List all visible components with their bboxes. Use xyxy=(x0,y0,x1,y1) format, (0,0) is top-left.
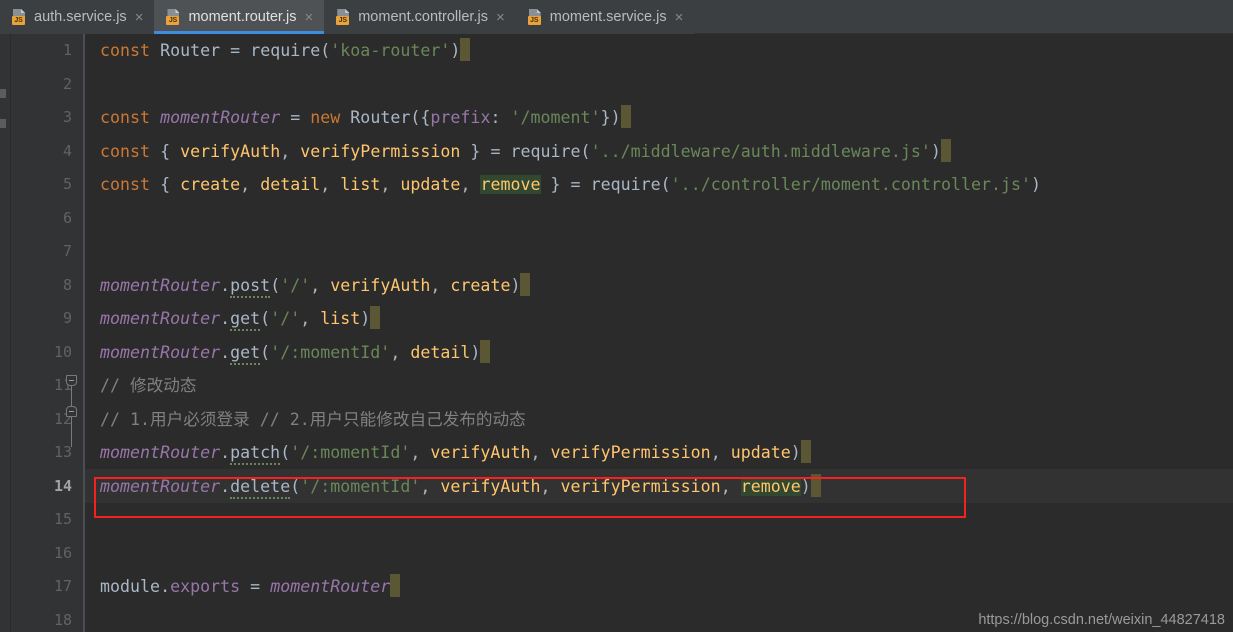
code-line-12[interactable]: // 1.用户必须登录 // 2.用户只能修改自己发布的动态 xyxy=(84,403,526,437)
tab-moment-router-js[interactable]: JS moment.router.js × xyxy=(154,0,325,34)
code-line-17[interactable]: module.exports = momentRouter xyxy=(84,570,401,604)
line-number-18: 18 xyxy=(53,610,72,629)
tab-moment-controller-js[interactable]: JS moment.controller.js × xyxy=(324,0,516,34)
code-line-16[interactable] xyxy=(84,537,100,571)
comment-text: // 修改动态 xyxy=(100,376,197,395)
line-number-13: 13 xyxy=(53,443,72,461)
line-number-9: 9 xyxy=(62,309,72,327)
code-content[interactable]: const Router = require('koa-router') con… xyxy=(84,34,1233,632)
code-fold-line xyxy=(71,417,72,447)
line-number-7: 7 xyxy=(62,242,72,260)
line-number-16: 16 xyxy=(53,543,72,562)
line-number-4: 4 xyxy=(62,141,72,160)
code-line-9[interactable]: momentRouter.get('/', list) xyxy=(84,302,381,336)
code-line-4[interactable]: const { verifyAuth, verifyPermission } =… xyxy=(84,135,951,169)
line-number-8: 8 xyxy=(62,275,72,294)
tab-auth-service-js[interactable]: JS auth.service.js × xyxy=(0,0,155,34)
code-line-11[interactable]: // 修改动态 xyxy=(84,369,197,403)
js-file-icon: JS xyxy=(166,9,181,25)
code-line-5[interactable]: const { create, detail, list, update, re… xyxy=(84,168,1041,202)
line-number-gutter[interactable]: 1 2 3 4 5 6 7 8 9 10 11 12 13 14 15 16 17 18 xyxy=(11,34,83,632)
code-line-3[interactable]: const momentRouter = new Router({prefix:… xyxy=(84,101,631,135)
tab-label: moment.controller.js xyxy=(358,9,488,25)
tab-label: moment.router.js xyxy=(188,9,297,25)
tab-moment-service-js[interactable]: JS moment.service.js × xyxy=(515,0,695,34)
code-line-15[interactable] xyxy=(84,503,100,537)
line-number-14: 14 xyxy=(53,476,72,495)
close-icon[interactable]: × xyxy=(495,10,506,25)
code-fold-end-icon[interactable] xyxy=(66,406,77,417)
comment-text: // 1.用户必须登录 // 2.用户只能修改自己发布的动态 xyxy=(100,409,526,429)
code-line-2[interactable] xyxy=(84,68,100,102)
code-line-18[interactable] xyxy=(84,604,100,632)
line-number-6: 6 xyxy=(62,208,72,227)
line-number-2: 2 xyxy=(62,74,72,93)
code-line-7[interactable] xyxy=(84,235,100,269)
line-number-10: 10 xyxy=(53,342,72,361)
close-icon[interactable]: × xyxy=(134,10,145,25)
code-line-10[interactable]: momentRouter.get('/:momentId', detail) xyxy=(84,336,491,370)
code-fold-line xyxy=(71,386,72,406)
code-line-1[interactable]: const Router = require('koa-router') xyxy=(84,34,471,68)
line-number-15: 15 xyxy=(53,510,72,528)
code-editor[interactable]: 1 2 3 4 5 6 7 8 9 10 11 12 13 14 15 16 17 18 const Router… xyxy=(0,34,1233,632)
js-file-icon: JS xyxy=(527,9,543,25)
editor-tab-bar: JS auth.service.js × JS moment.router.js… xyxy=(0,0,1233,34)
change-marker xyxy=(0,89,6,98)
close-icon[interactable]: × xyxy=(674,10,685,25)
code-line-6[interactable] xyxy=(84,202,100,236)
code-line-8[interactable]: momentRouter.post('/', verifyAuth, creat… xyxy=(84,269,531,303)
close-icon[interactable]: × xyxy=(303,10,314,25)
line-number-1: 1 xyxy=(62,41,72,59)
js-file-icon: JS xyxy=(336,9,351,25)
tab-label: moment.service.js xyxy=(549,9,667,25)
code-line-14[interactable]: momentRouter.delete('/:momentId', verify… xyxy=(84,470,821,504)
line-number-5: 5 xyxy=(62,175,72,193)
watermark-text: https://blog.csdn.net/weixin_44827418 xyxy=(978,612,1225,628)
change-marker xyxy=(0,119,6,128)
code-fold-collapse-icon[interactable] xyxy=(66,375,77,386)
line-number-17: 17 xyxy=(53,577,72,595)
line-number-3: 3 xyxy=(62,108,72,126)
js-file-icon: JS xyxy=(12,9,27,25)
editor-marker-strip xyxy=(0,34,11,632)
code-line-13[interactable]: momentRouter.patch('/:momentId', verifyA… xyxy=(84,436,811,470)
tab-label: auth.service.js xyxy=(34,9,127,25)
